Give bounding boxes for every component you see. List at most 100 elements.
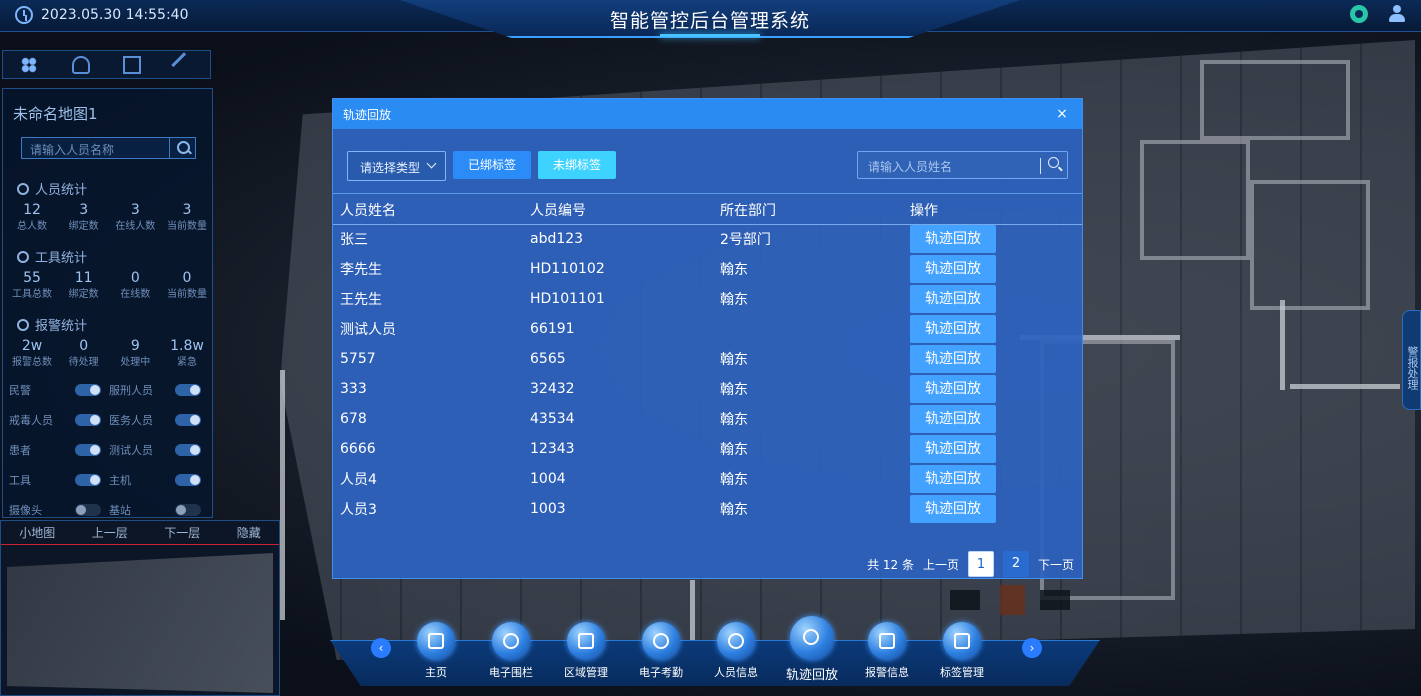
table-row: 333 32432 翰东 轨迹回放	[333, 374, 1082, 404]
nav-personnel[interactable]: 人员信息	[701, 622, 771, 680]
floor-up-button[interactable]: 上一层	[92, 524, 128, 541]
stat-item: 55 工具总数	[12, 270, 52, 300]
toggle-switch[interactable]	[75, 444, 101, 456]
playback-button[interactable]: 轨迹回放	[910, 345, 996, 373]
prev-page-button[interactable]: 上一页	[923, 556, 959, 573]
person-search-icon[interactable]	[71, 55, 90, 74]
app-title: 智能管控后台管理系统	[609, 10, 810, 32]
person-search-input[interactable]: 请输入人员名称	[21, 137, 196, 159]
box-icon[interactable]	[123, 55, 142, 74]
toggle-switch[interactable]	[75, 504, 101, 516]
datetime-text: 2023.05.30 14:55:40	[41, 7, 189, 23]
table-row: 王先生 HD101101 翰东 轨迹回放	[333, 284, 1082, 314]
minimap-panel: 小地图 上一层 下一层 隐藏	[0, 520, 280, 696]
person-icon	[717, 622, 755, 660]
playback-button[interactable]: 轨迹回放	[910, 405, 996, 433]
bound-tags-button[interactable]: 已绑标签	[453, 151, 531, 179]
history-icon	[790, 616, 834, 660]
playback-button[interactable]: 轨迹回放	[910, 495, 996, 523]
toggle-switch[interactable]	[75, 474, 101, 486]
stat-item: 3 当前数量	[166, 202, 207, 232]
minimap-view[interactable]	[7, 553, 273, 693]
tag-icon	[943, 622, 981, 660]
page-button[interactable]: 1	[967, 551, 994, 577]
attendance-icon	[642, 622, 680, 660]
nav-home[interactable]: 主页	[401, 622, 471, 680]
stat-item: 0 待处理	[68, 338, 99, 368]
toggle-switch[interactable]	[75, 414, 101, 426]
col-header: 人员编号	[523, 196, 713, 225]
dialog-header: 轨迹回放 ×	[333, 99, 1082, 129]
table-row: 6666 12343 翰东 轨迹回放	[333, 434, 1082, 464]
map-name: 未命名地图1	[13, 105, 98, 123]
stat-item: 11 绑定数	[68, 270, 99, 300]
minimap-hide-button[interactable]: 隐藏	[237, 524, 261, 541]
left-panel-tabs	[2, 50, 211, 79]
playback-button[interactable]: 轨迹回放	[910, 225, 996, 254]
bell-icon	[17, 318, 29, 331]
toggle-tools: 工具	[9, 472, 109, 488]
playback-button[interactable]: 轨迹回放	[910, 465, 996, 493]
nav-next-icon[interactable]: ›	[1022, 638, 1042, 658]
total-count: 共 12 条	[867, 557, 914, 572]
dialog-title: 轨迹回放	[343, 107, 392, 122]
person-icon	[17, 182, 29, 195]
nav-area[interactable]: 区域管理	[551, 622, 621, 680]
playback-button[interactable]: 轨迹回放	[910, 435, 996, 463]
nav-playback[interactable]: 轨迹回放	[777, 616, 847, 683]
toggle-switch[interactable]	[175, 474, 201, 486]
table-row: 人员3 1003 翰东 轨迹回放	[333, 494, 1082, 524]
table-row: 5757 6565 翰东 轨迹回放	[333, 344, 1082, 374]
gear-icon[interactable]	[1350, 5, 1368, 23]
toggle-switch[interactable]	[175, 444, 201, 456]
stat-item: 3 绑定数	[68, 202, 99, 232]
search-icon[interactable]	[1048, 157, 1059, 168]
table-row: 人员4 1004 翰东 轨迹回放	[333, 464, 1082, 494]
user-icon[interactable]	[1388, 5, 1406, 23]
home-icon	[417, 622, 455, 660]
grid-icon[interactable]	[19, 55, 38, 74]
alarm-handling-tab[interactable]: 警报处理	[1402, 310, 1421, 410]
nav-attendance[interactable]: 电子考勤	[626, 622, 696, 680]
floor-down-button[interactable]: 下一层	[164, 524, 200, 541]
tools-heading: 工具统计	[17, 247, 87, 266]
nav-alarm[interactable]: 报警信息	[852, 622, 922, 680]
search-icon[interactable]	[169, 138, 195, 158]
toggle-patients: 患者	[9, 442, 109, 458]
stat-item: 9 处理中	[120, 338, 151, 368]
left-panel: 未命名地图1 请输入人员名称 人员统计 12 总人数 3 绑定数 3 在线人数 3 当前…	[2, 88, 213, 518]
minimap-label: 小地图	[19, 526, 56, 540]
pagination: 共 12 条 上一页 1 2 下一页	[867, 551, 1074, 577]
toggle-medical: 医务人员	[109, 412, 209, 428]
wrench-icon[interactable]	[171, 51, 197, 78]
toggle-host: 主机	[109, 472, 209, 488]
toggle-switch[interactable]	[175, 384, 201, 396]
unbound-tags-button[interactable]: 未绑标签	[538, 151, 616, 179]
playback-button[interactable]: 轨迹回放	[910, 285, 996, 313]
nav-prev-icon[interactable]: ‹	[371, 638, 391, 658]
close-icon[interactable]: ×	[1052, 106, 1072, 122]
stat-item: 0 当前数量	[166, 270, 207, 300]
page-button[interactable]: 2	[1002, 551, 1029, 577]
playback-button[interactable]: 轨迹回放	[910, 375, 996, 403]
playback-button[interactable]: 轨迹回放	[910, 255, 996, 283]
fence-icon	[492, 622, 530, 660]
alarms-heading: 报警统计	[17, 315, 87, 334]
toggle-switch[interactable]	[75, 384, 101, 396]
table-row: 张三 abd123 2号部门 轨迹回放	[333, 224, 1082, 254]
next-page-button[interactable]: 下一页	[1038, 556, 1074, 573]
toggle-rehab: 戒毒人员	[9, 412, 109, 428]
toggle-switch[interactable]	[175, 504, 201, 516]
type-select[interactable]: 请选择类型	[347, 151, 446, 181]
col-header: 人员姓名	[333, 196, 523, 225]
title-glow	[660, 34, 760, 37]
toggle-station: 基站	[109, 502, 209, 518]
playback-button[interactable]: 轨迹回放	[910, 315, 996, 343]
col-header: 操作	[903, 196, 1082, 225]
name-search-input[interactable]: 请输入人员姓名	[857, 151, 1068, 179]
nav-fence[interactable]: 电子围栏	[476, 622, 546, 680]
toggle-switch[interactable]	[175, 414, 201, 426]
person-search-placeholder: 请输入人员名称	[30, 143, 115, 157]
stat-item: 0 在线数	[120, 270, 151, 300]
nav-tags[interactable]: 标签管理	[927, 622, 997, 680]
